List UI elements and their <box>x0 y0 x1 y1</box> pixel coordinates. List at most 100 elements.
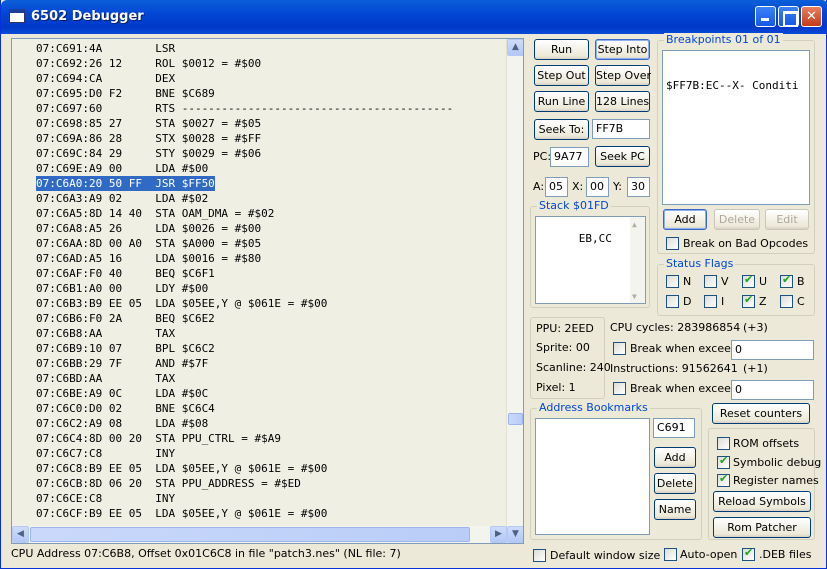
flag-u-checkbox[interactable] <box>742 273 755 288</box>
cycles-limit-input[interactable]: 0 <box>731 340 814 360</box>
disassembly-line[interactable]: 07:C6BD:AA TAX <box>36 371 505 386</box>
flag-i-checkbox[interactable] <box>704 295 717 308</box>
disassembly-line[interactable]: 07:C691:4A LSR <box>36 41 505 56</box>
register-names-checkbox[interactable] <box>717 472 730 487</box>
disassembly-line-text: 07:C69C:84 29 STY $0029 = #$06 <box>36 147 262 160</box>
close-button[interactable]: ✕ <box>801 6 822 27</box>
step-into-button[interactable]: Step Into <box>595 39 650 60</box>
disassembly-line[interactable]: 07:C6C2:A9 08 LDA #$08 <box>36 416 505 431</box>
disassembly-vertical-scrollbar[interactable]: ▲ ▼ <box>506 39 523 543</box>
flag-z-checkbox[interactable] <box>742 293 755 308</box>
scrollbar-thumb[interactable] <box>508 413 523 425</box>
step-out-button[interactable]: Step Out <box>534 65 589 86</box>
delete-bookmark-button[interactable]: Delete <box>654 473 696 494</box>
disassembly-line[interactable]: 07:C695:D0 F2 BNE $C689 <box>36 86 505 101</box>
seek-to-button[interactable]: Seek To: <box>534 119 589 140</box>
disassembly-line[interactable]: 07:C6CF:B9 EE 05 LDA $05EE,Y @ $061E = #… <box>36 506 505 521</box>
deb-files-checkbox[interactable] <box>742 546 755 561</box>
disassembly-line[interactable]: 07:C6A8:A5 26 LDA $0026 = #$00 <box>36 221 505 236</box>
x-register-label: X: <box>572 180 584 193</box>
default-window-size-checkbox[interactable] <box>533 549 546 562</box>
rom-offsets-checkbox[interactable] <box>717 437 730 450</box>
run-line-button[interactable]: Run Line <box>534 91 589 112</box>
reload-symbols-button[interactable]: Reload Symbols <box>713 491 811 512</box>
disassembly-line[interactable]: 07:C6C8:B9 EE 05 LDA $05EE,Y @ $061E = #… <box>36 461 505 476</box>
x-register-input[interactable]: 00 <box>586 177 609 197</box>
disassembly-line-text: 07:C6AF:F0 40 BEQ $C6F1 <box>36 267 215 280</box>
disassembly-line[interactable]: 07:C69A:86 28 STX $0028 = #$FF <box>36 131 505 146</box>
flag-v-checkbox[interactable] <box>704 275 717 288</box>
rom-patcher-button[interactable]: Rom Patcher <box>713 517 811 538</box>
name-bookmark-button[interactable]: Name <box>654 499 696 520</box>
flag-c-checkbox[interactable] <box>780 295 793 308</box>
pc-input[interactable]: 9A77 <box>550 147 589 167</box>
breakpoint-item[interactable]: $FF7B:EC--X- Conditi <box>666 79 806 92</box>
stack-scroll-up-icon[interactable]: ▲ <box>632 220 637 229</box>
disassembly-line[interactable]: 07:C692:26 12 ROL $0012 = #$00 <box>36 56 505 71</box>
symbolic-debug-checkbox[interactable] <box>717 454 730 469</box>
disassembly-line[interactable]: 07:C6CB:8D 06 20 STA PPU_ADDRESS = #$ED <box>36 476 505 491</box>
auto-open-checkbox[interactable] <box>664 548 677 561</box>
disassembly-line[interactable]: 07:C6AA:8D 00 A0 STA $A000 = #$05 <box>36 236 505 251</box>
disassembly-horizontal-scrollbar[interactable]: ◀ ▶ <box>12 526 507 543</box>
scroll-down-icon[interactable]: ▼ <box>507 526 523 543</box>
breakpoints-list[interactable]: $FF7B:EC--X- Conditi <box>662 50 810 205</box>
disassembly-line[interactable]: 07:C6BB:29 7F AND #$7F <box>36 356 505 371</box>
disassembly-line[interactable]: 07:C698:85 27 STA $0027 = #$05 <box>36 116 505 131</box>
instructions-limit-input[interactable]: 0 <box>731 380 814 400</box>
disassembly-line[interactable]: 07:C6A5:8D 14 40 STA OAM_DMA = #$02 <box>36 206 505 221</box>
run-128-lines-button[interactable]: 128 Lines <box>595 91 650 112</box>
a-register-input[interactable]: 05 <box>545 177 568 197</box>
scroll-up-icon[interactable]: ▲ <box>507 39 523 56</box>
disassembly-line[interactable]: 07:C6AD:A5 16 LDA $0016 = #$80 <box>36 251 505 266</box>
disassembly-line[interactable]: 07:C694:CA DEX <box>36 71 505 86</box>
disassembly-view[interactable]: 07:C691:4A LSR 07:C692:26 12 ROL $0012 = … <box>11 38 524 544</box>
disassembly-line[interactable]: 07:C69C:84 29 STY $0029 = #$06 <box>36 146 505 161</box>
scroll-left-icon[interactable]: ◀ <box>12 526 29 543</box>
disassembly-line[interactable]: 07:C6C7:C8 INY <box>36 446 505 461</box>
title-bar[interactable]: 6502 Debugger ✕ <box>1 0 827 34</box>
break-bad-opcodes-checkbox[interactable] <box>666 237 679 250</box>
stack-scrollbar[interactable]: ▲ ▼ <box>630 217 645 303</box>
disassembly-line[interactable]: 07:C6A0:20 50 FF JSR $FF50 <box>36 176 505 191</box>
disassembly-line[interactable]: 07:C6C4:8D 00 20 STA PPU_CTRL = #$A9 <box>36 431 505 446</box>
disassembly-line[interactable]: 07:C6B6:F0 2A BEQ $C6E2 <box>36 311 505 326</box>
run-button[interactable]: Run <box>534 39 589 60</box>
y-register-input[interactable]: 30 <box>627 177 650 197</box>
flag-z-label: Z <box>759 295 767 308</box>
add-breakpoint-button[interactable]: Add <box>663 209 707 230</box>
disassembly-line[interactable]: 07:C6B1:A0 00 LDY #$00 <box>36 281 505 296</box>
disassembly-line[interactable]: 07:C69E:A9 00 LDA #$00 <box>36 161 505 176</box>
disassembly-line[interactable]: 07:C6AF:F0 40 BEQ $C6F1 <box>36 266 505 281</box>
disassembly-line[interactable]: 07:C6B8:AA TAX <box>36 326 505 341</box>
maximize-button[interactable] <box>778 6 799 27</box>
stack-scroll-down-icon[interactable]: ▼ <box>632 292 637 301</box>
disassembly-line[interactable]: 07:C6C0:D0 02 BNE $C6C4 <box>36 401 505 416</box>
minimize-button[interactable] <box>755 6 776 27</box>
flag-b-checkbox[interactable] <box>780 273 793 288</box>
flag-d-checkbox[interactable] <box>666 295 679 308</box>
disassembly-line[interactable]: 07:C6B3:B9 EE 05 LDA $05EE,Y @ $061E = #… <box>36 296 505 311</box>
seek-to-address-input[interactable]: FF7B <box>592 119 650 139</box>
stack-contents[interactable]: EB,CC ▲ ▼ <box>535 216 646 304</box>
edit-breakpoint-button[interactable]: Edit <box>765 209 809 230</box>
address-bookmarks-title: Address Bookmarks <box>537 401 650 415</box>
disassembly-line[interactable]: 07:C697:60 RTS -------------------------… <box>36 101 505 116</box>
scroll-right-icon[interactable]: ▶ <box>490 526 507 543</box>
horizontal-scrollbar-thumb[interactable] <box>30 527 470 542</box>
bookmark-address-input[interactable]: C691 <box>653 418 695 438</box>
delete-breakpoint-button[interactable]: Delete <box>714 209 760 230</box>
seek-pc-button[interactable]: Seek PC <box>595 146 650 167</box>
step-over-button[interactable]: Step Over <box>595 65 651 86</box>
reset-counters-button[interactable]: Reset counters <box>712 403 810 424</box>
flag-n-checkbox[interactable] <box>666 275 679 288</box>
disassembly-line[interactable]: 07:C6CE:C8 INY <box>36 491 505 506</box>
disassembly-line[interactable]: 07:C6B9:10 07 BPL $C6C2 <box>36 341 505 356</box>
disassembly-line[interactable]: 07:C6A3:A9 02 LDA #$02 <box>36 191 505 206</box>
break-instructions-exceed-checkbox[interactable] <box>613 382 626 395</box>
add-bookmark-button[interactable]: Add <box>654 447 696 468</box>
ppu-info-group: PPU: 2EED Sprite: 00 Scanline: 240 Pixel… <box>530 317 611 399</box>
break-cycles-exceed-checkbox[interactable] <box>613 342 626 355</box>
disassembly-line[interactable]: 07:C6BE:A9 0C LDA #$0C <box>36 386 505 401</box>
bookmarks-list[interactable] <box>535 418 650 535</box>
